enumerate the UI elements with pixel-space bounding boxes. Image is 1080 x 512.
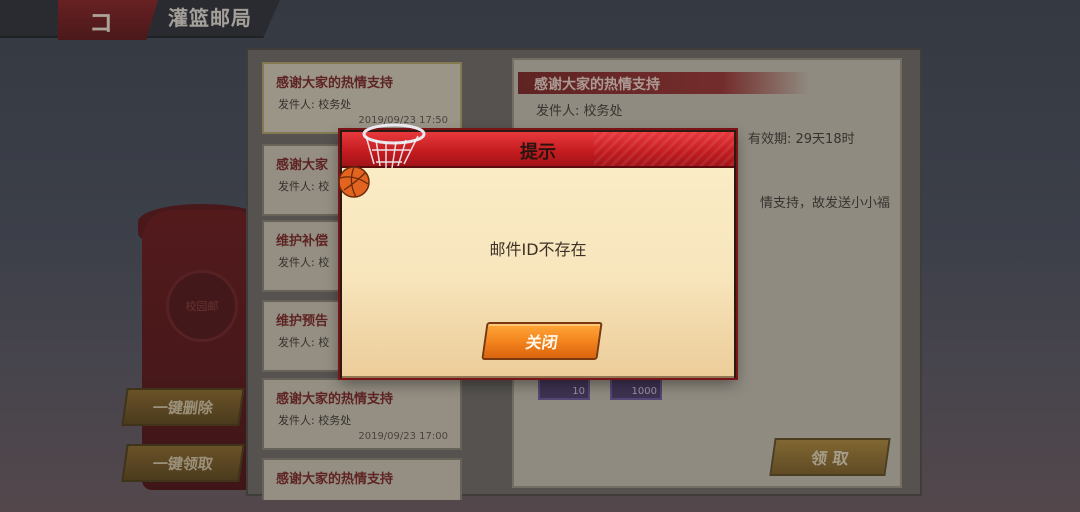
- dialog-message: 邮件ID不存在: [489, 240, 587, 259]
- close-button[interactable]: 关闭: [481, 322, 603, 360]
- basketball-hoop-icon: [338, 123, 426, 198]
